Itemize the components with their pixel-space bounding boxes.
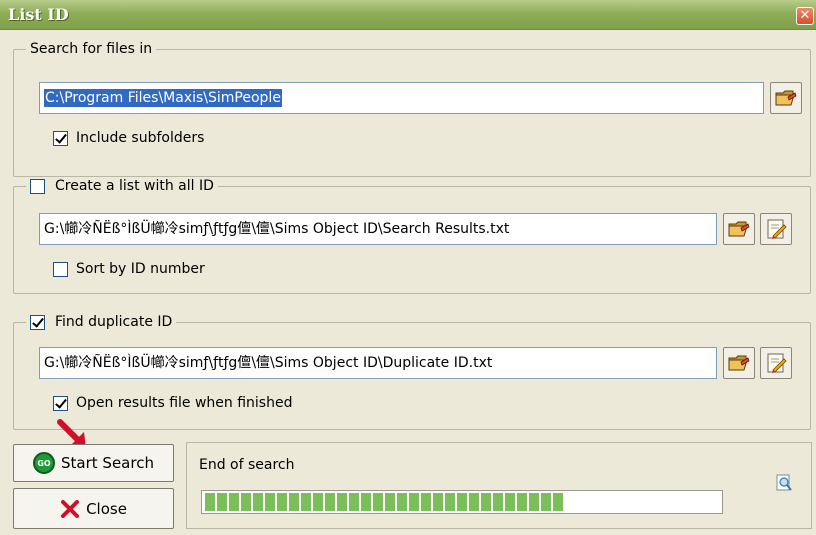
progress-segment xyxy=(337,493,347,511)
progress-segment xyxy=(253,493,263,511)
list-output-path-input[interactable]: G:\幯冷ÑËß°ÌßÜ幯冷simƒ\ƒtƒg儃\儃\Sims Object I… xyxy=(39,213,717,245)
close-window-button[interactable]: ✕ xyxy=(796,7,814,25)
progress-segment xyxy=(229,493,239,511)
progress-segment xyxy=(505,493,515,511)
progress-segment xyxy=(457,493,467,511)
include-subfolders-row[interactable]: Include subfolders xyxy=(53,130,204,146)
progress-segment xyxy=(205,493,215,511)
include-subfolders-label: Include subfolders xyxy=(76,130,205,146)
sort-by-id-row[interactable]: Sort by ID number xyxy=(53,261,205,277)
progress-segment xyxy=(373,493,383,511)
window-title: List ID xyxy=(8,5,69,24)
progress-segment xyxy=(493,493,503,511)
progress-segment xyxy=(289,493,299,511)
progress-segment xyxy=(553,493,563,511)
duplicate-output-path-input[interactable]: G:\幯冷ÑËß°ÌßÜ幯冷simƒ\ƒtƒg儃\儃\Sims Object I… xyxy=(39,347,717,379)
progress-segment xyxy=(469,493,479,511)
progress-segment xyxy=(265,493,275,511)
progress-segment xyxy=(529,493,539,511)
browse-duplicate-output-button[interactable] xyxy=(723,347,755,379)
search-group: Search for files in C:\Program Files\Max… xyxy=(13,40,811,177)
start-search-label: Start Search xyxy=(61,454,154,472)
status-panel: End of search xyxy=(186,442,812,529)
status-text: End of search xyxy=(199,457,295,473)
folder-open-icon xyxy=(728,355,750,371)
progress-segment xyxy=(433,493,443,511)
browse-search-folder-button[interactable] xyxy=(770,82,802,114)
open-results-row[interactable]: Open results file when finished xyxy=(53,395,292,411)
close-button[interactable]: Close xyxy=(13,488,174,529)
progress-segment xyxy=(445,493,455,511)
edit-list-output-button[interactable] xyxy=(760,213,792,245)
browse-list-output-button[interactable] xyxy=(723,213,755,245)
progress-segment xyxy=(541,493,551,511)
list-group: Create a list with all ID G:\幯冷ÑËß°ÌßÜ幯冷… xyxy=(13,177,811,294)
folder-open-icon xyxy=(775,90,797,106)
title-bar: List ID ✕ xyxy=(0,0,816,30)
include-subfolders-checkbox[interactable] xyxy=(53,130,68,146)
search-path-input[interactable]: C:\Program Files\Maxis\SimPeople xyxy=(39,82,764,114)
close-x-icon xyxy=(61,499,80,518)
duplicate-output-path-value: G:\幯冷ÑËß°ÌßÜ幯冷simƒ\ƒtƒg儃\儃\Sims Object I… xyxy=(44,355,493,371)
create-list-checkbox[interactable] xyxy=(30,178,45,194)
progress-segment xyxy=(241,493,251,511)
progress-segment xyxy=(481,493,491,511)
open-results-checkbox[interactable] xyxy=(53,395,68,411)
edit-file-icon xyxy=(767,219,787,239)
edit-duplicate-output-button[interactable] xyxy=(760,347,792,379)
progress-segment xyxy=(409,493,419,511)
start-search-button[interactable]: GO Start Search xyxy=(13,444,174,482)
progress-segment xyxy=(277,493,287,511)
duplicate-group-legend: Find duplicate ID xyxy=(26,313,177,331)
find-duplicate-checkbox[interactable] xyxy=(30,314,45,330)
go-icon: GO xyxy=(33,452,56,474)
sort-by-id-label: Sort by ID number xyxy=(76,261,205,277)
magnifier-icon xyxy=(776,474,792,491)
edit-file-icon xyxy=(767,353,787,373)
progress-segment xyxy=(349,493,359,511)
progress-segment xyxy=(325,493,335,511)
progress-segment xyxy=(385,493,395,511)
progress-segment xyxy=(313,493,323,511)
progress-segment xyxy=(361,493,371,511)
progress-segment xyxy=(217,493,227,511)
duplicate-group: Find duplicate ID G:\幯冷ÑËß°ÌßÜ幯冷simƒ\ƒtƒ… xyxy=(13,313,811,430)
folder-open-icon xyxy=(728,221,750,237)
open-results-label: Open results file when finished xyxy=(76,395,293,411)
find-duplicate-label: Find duplicate ID xyxy=(55,314,173,330)
progress-segment xyxy=(517,493,527,511)
progress-bar xyxy=(201,490,723,514)
search-path-value: C:\Program Files\Maxis\SimPeople xyxy=(44,89,282,107)
progress-segment xyxy=(421,493,431,511)
sort-by-id-checkbox[interactable] xyxy=(53,261,68,277)
search-group-legend: Search for files in xyxy=(26,40,157,58)
create-list-label: Create a list with all ID xyxy=(55,178,214,194)
progress-segment xyxy=(397,493,407,511)
list-group-legend: Create a list with all ID xyxy=(26,177,218,195)
progress-segment xyxy=(301,493,311,511)
list-output-path-value: G:\幯冷ÑËß°ÌßÜ幯冷simƒ\ƒtƒg儃\儃\Sims Object I… xyxy=(44,221,510,237)
close-label: Close xyxy=(86,499,127,518)
